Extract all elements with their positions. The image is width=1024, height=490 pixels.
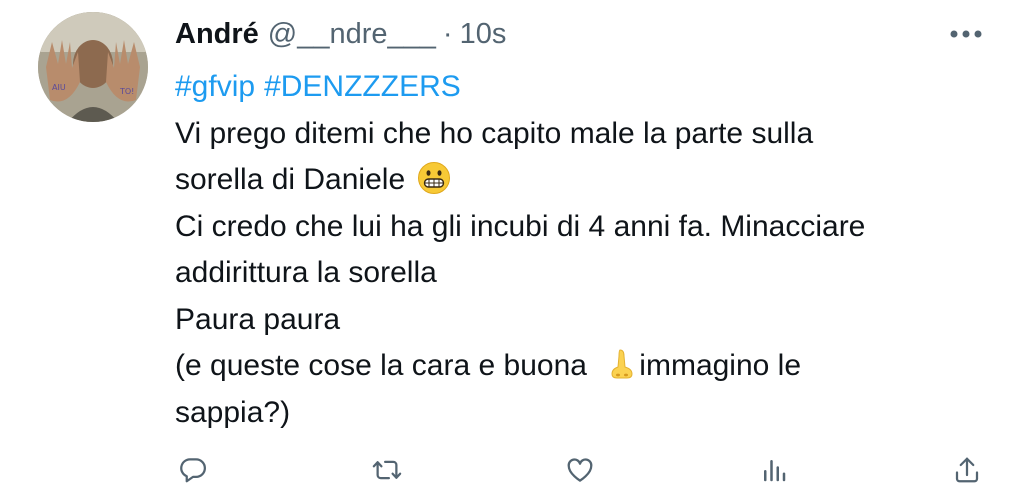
tweet-text: #gfvip #DENZZZERS Vi prego ditemi che ho … (175, 64, 995, 436)
author-handle[interactable]: @__ndre___ (268, 18, 436, 51)
text-line: Vi prego ditemi che ho capito male la pa… (175, 116, 814, 150)
views-button[interactable] (756, 452, 792, 488)
tweet[interactable]: AIU TO! André @__ndre___ · 10s #gfvip #DE… (0, 0, 1024, 490)
more-horizontal-icon (950, 30, 982, 38)
text-line: sappia?) (175, 395, 291, 429)
text-segment: (e queste cose la cara e buona (175, 349, 587, 382)
retweet-icon (372, 460, 401, 480)
hashtag-line: #gfvip #DENZZZERS (175, 64, 995, 111)
share-icon (955, 457, 979, 483)
views-icon (763, 460, 785, 482)
author-display-name[interactable]: André (175, 18, 259, 51)
avatar-hand-text-right: TO! (119, 87, 134, 96)
text-line: sorella di Daniele (175, 157, 995, 204)
grimacing-face-emoji-icon (418, 162, 451, 194)
reply-button[interactable] (175, 452, 211, 488)
separator-dot: · (442, 17, 453, 50)
timestamp[interactable]: 10s (460, 18, 507, 51)
text-segment: immagino le (639, 349, 802, 382)
text-segment: sorella di Daniele (175, 163, 406, 196)
hashtag-gfvip[interactable]: #gfvip (175, 70, 255, 103)
share-button[interactable] (949, 452, 985, 488)
reply-icon (180, 458, 206, 483)
retweet-button[interactable] (369, 452, 405, 488)
tweet-header: André @__ndre___ · 10s (175, 14, 506, 54)
text-line: (e queste cose la cara e buona immagino … (175, 343, 995, 390)
text-line: Ci credo che lui ha gli incubi di 4 anni… (175, 209, 866, 243)
hashtag-denzzzers[interactable]: #DENZZZERS (264, 70, 461, 103)
like-icon (567, 458, 593, 482)
like-button[interactable] (562, 452, 598, 488)
text-line: Paura paura (175, 302, 341, 336)
more-options-button[interactable] (946, 22, 986, 46)
tweet-actions (175, 452, 985, 488)
avatar-hand-text-left: AIU (52, 83, 66, 92)
avatar[interactable]: AIU TO! (38, 12, 148, 122)
text-line: addirittura la sorella (175, 256, 437, 289)
nose-emoji-icon (611, 349, 633, 379)
avatar-photo: AIU TO! (38, 12, 148, 122)
